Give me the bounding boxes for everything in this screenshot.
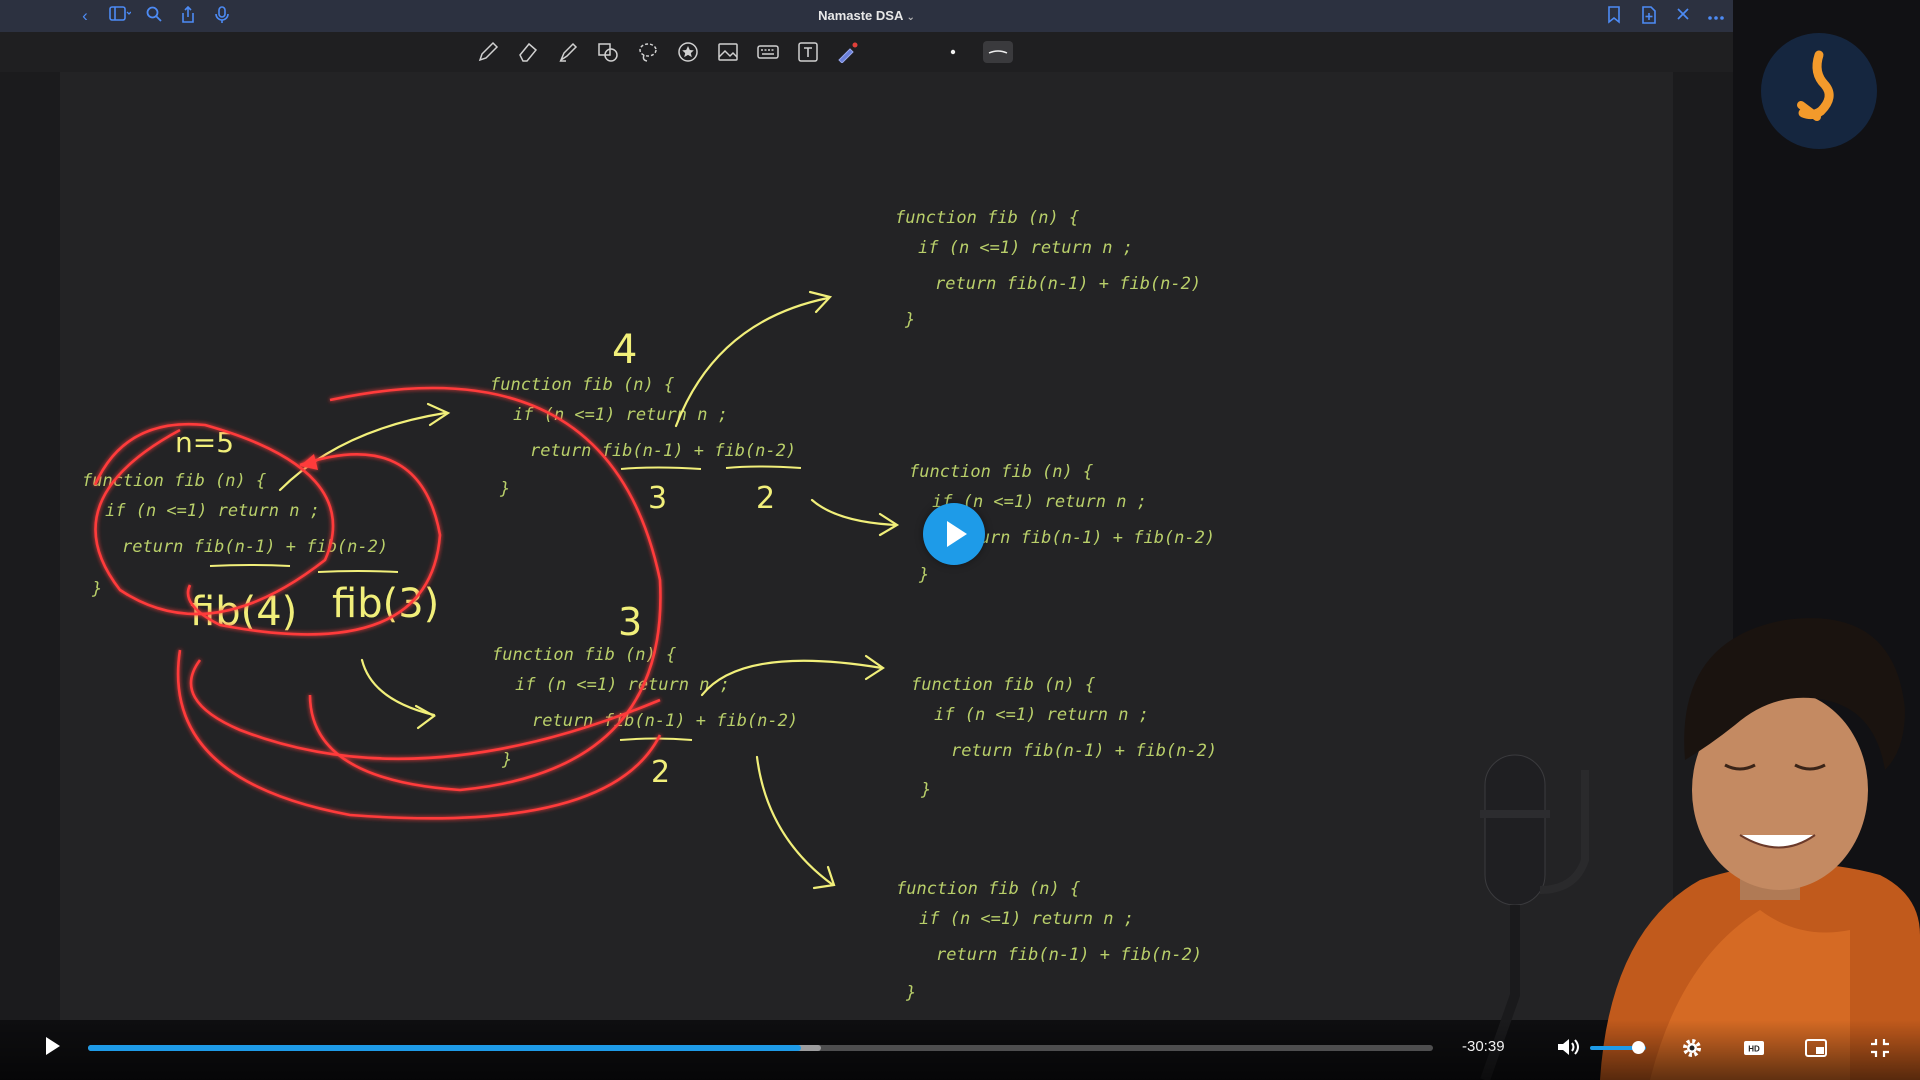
svg-text:}: } xyxy=(918,565,929,585)
svg-text:}: } xyxy=(91,579,102,599)
code-line-return: return fib(n-1) + fib(n-2) xyxy=(935,274,1201,294)
play-icon xyxy=(947,521,967,547)
center-play-button[interactable] xyxy=(923,503,985,565)
svg-text:HD: HD xyxy=(1748,1045,1760,1054)
picture-in-picture-icon[interactable] xyxy=(1804,1036,1830,1062)
svg-text:return fib(n-1) + fib(n-2): return fib(n-1) + fib(n-2) xyxy=(951,741,1217,761)
code-block-lower: function fib (n) { if (n <=1) return n ;… xyxy=(911,675,1217,800)
svg-text:}: } xyxy=(499,479,510,499)
svg-text:if (n <=1) return n ;: if (n <=1) return n ; xyxy=(105,501,320,521)
svg-text:if (n <=1) return n ;: if (n <=1) return n ; xyxy=(934,705,1149,725)
code-line-if: if (n <=1) return n ; xyxy=(918,238,1133,258)
svg-text:function fib (n) {: function fib (n) { xyxy=(911,675,1095,695)
svg-text:function fib (n) {: function fib (n) { xyxy=(490,375,674,395)
svg-text:function fib (n) {: function fib (n) { xyxy=(909,462,1093,482)
code-block-bottom: function fib (n) { if (n <=1) return n ;… xyxy=(896,879,1202,1003)
label-three-left: 3 xyxy=(648,481,667,516)
svg-text:return fib(n-1) + fib(n-2): return fib(n-1) + fib(n-2) xyxy=(122,537,388,557)
settings-icon[interactable] xyxy=(1680,1036,1706,1062)
svg-text:if (n <=1) return n ;: if (n <=1) return n ; xyxy=(919,909,1134,929)
label-four: 4 xyxy=(612,327,637,373)
progress-played xyxy=(88,1045,801,1051)
hd-icon[interactable]: HD xyxy=(1742,1036,1768,1062)
svg-text:return fib(n-1) + fib(n-2): return fib(n-1) + fib(n-2) xyxy=(530,441,796,461)
svg-text:}: } xyxy=(501,750,512,770)
svg-text:return fib(n-1) + fib(n-2): return fib(n-1) + fib(n-2) xyxy=(949,528,1215,548)
svg-text:}: } xyxy=(905,983,916,1003)
code-block-left: function fib (n) { if (n <=1) return n ;… xyxy=(82,471,388,599)
svg-text:}: } xyxy=(920,780,931,800)
presenter-webcam xyxy=(1480,560,1920,1080)
code-line-close: } xyxy=(904,310,915,330)
code-block-center-bottom: function fib (n) { if (n <=1) return n ;… xyxy=(492,645,798,770)
play-icon xyxy=(46,1037,60,1055)
svg-text:return fib(n-1) + fib(n-2): return fib(n-1) + fib(n-2) xyxy=(936,945,1202,965)
progress-bar[interactable] xyxy=(88,1045,1433,1051)
play-button[interactable] xyxy=(40,1034,64,1058)
volume-knob[interactable] xyxy=(1631,1041,1645,1054)
label-two-bottom: 2 xyxy=(651,755,670,790)
label-two-right: 2 xyxy=(756,481,775,516)
code-block-center-top: function fib (n) { if (n <=1) return n ;… xyxy=(490,375,796,499)
exit-fullscreen-icon[interactable] xyxy=(1868,1036,1894,1062)
time-remaining: -30:39 xyxy=(1462,1038,1505,1055)
svg-text:function fib (n) {: function fib (n) { xyxy=(492,645,676,665)
code-line-function: function fib (n) { xyxy=(895,208,1079,228)
label-three: 3 xyxy=(618,600,642,644)
svg-text:if (n <=1) return n ;: if (n <=1) return n ; xyxy=(515,675,730,695)
svg-text:function fib (n) {: function fib (n) { xyxy=(896,879,1080,899)
volume-icon[interactable] xyxy=(1556,1036,1582,1060)
svg-text:if (n <=1) return n ;: if (n <=1) return n ; xyxy=(513,405,728,425)
svg-text:return fib(n-1) + fib(n-2): return fib(n-1) + fib(n-2) xyxy=(532,711,798,731)
code-block-top: function fib (n) { if (n <=1) return n ;… xyxy=(895,208,1201,330)
